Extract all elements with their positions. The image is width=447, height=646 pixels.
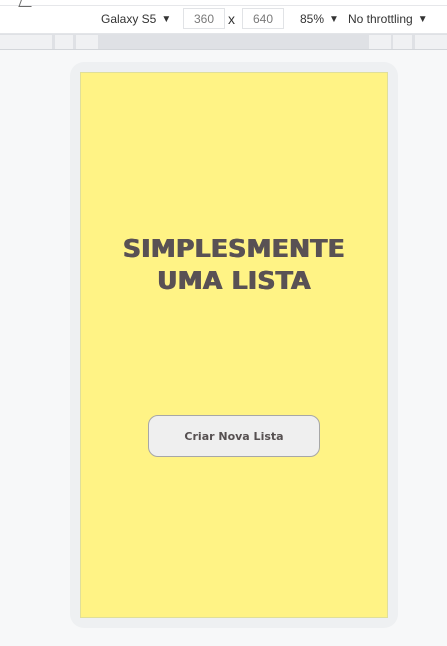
- device-dropdown-icon: ▼: [161, 13, 172, 25]
- media-query-segment[interactable]: [76, 35, 98, 49]
- throttling-dropdown-icon: ▼: [417, 13, 428, 25]
- dimension-separator: x: [228, 11, 235, 27]
- app-title-line-2: UMA LISTA: [157, 266, 311, 295]
- app-title-line-1: SIMPLESMENTE: [122, 234, 346, 263]
- device-select[interactable]: Galaxy S5 ▼: [101, 8, 171, 30]
- create-list-button[interactable]: Criar Nova Lista: [148, 415, 320, 457]
- height-input[interactable]: 640: [242, 8, 284, 29]
- width-input[interactable]: 360: [183, 8, 225, 29]
- width-value: 360: [193, 11, 215, 26]
- throttling-label: No throttling: [348, 12, 413, 26]
- media-query-segment[interactable]: [0, 35, 52, 49]
- devtools-toolbar: Galaxy S5 ▼ 360 x 640 85% ▼ No throttlin…: [0, 0, 447, 34]
- media-query-segment[interactable]: [393, 35, 412, 49]
- media-query-bar: [0, 34, 447, 50]
- device-label: Galaxy S5: [101, 12, 157, 26]
- media-query-segment[interactable]: [55, 35, 73, 49]
- top-edge: [0, 0, 447, 6]
- throttling-select[interactable]: No throttling ▼: [348, 8, 428, 30]
- zoom-label: 85%: [300, 12, 325, 26]
- zoom-dropdown-icon: ▼: [329, 13, 339, 25]
- app-title: SIMPLESMENTE UMA LISTA: [81, 233, 387, 297]
- height-value: 640: [252, 11, 274, 26]
- media-query-segment[interactable]: [415, 35, 447, 49]
- media-query-segment[interactable]: [369, 35, 391, 49]
- zoom-select[interactable]: 85% ▼: [300, 8, 339, 30]
- phone-screen: SIMPLESMENTE UMA LISTA Criar Nova Lista: [80, 72, 388, 618]
